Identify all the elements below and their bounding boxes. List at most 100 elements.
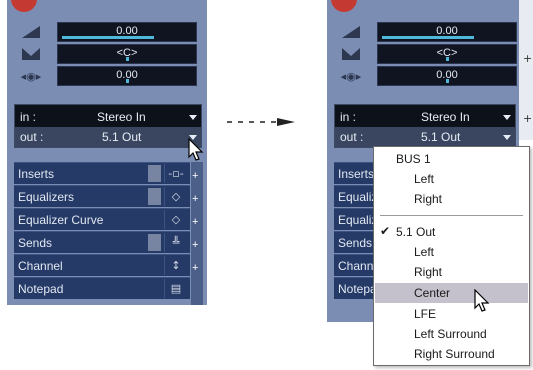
input-row[interactable]: in : Stereo In [335,107,515,127]
routing-box: in : Stereo In out : 5.1 Out [334,104,516,148]
menu-item-bus-left[interactable]: Left [375,169,528,189]
volume-meter [62,36,154,39]
menu-item-bus-right[interactable]: Right [375,189,528,209]
pan-indicator [446,57,449,61]
section-toggle[interactable] [148,234,161,251]
pan-field[interactable]: <C> [377,44,517,64]
menu-item-label: Left Surround [414,327,487,341]
input-label: in : [20,110,37,124]
sends-icon[interactable]: ╩ [164,233,187,252]
section-channel[interactable]: Channel ↕ [14,254,190,276]
menu-item-left-surround[interactable]: Left Surround [375,324,528,344]
volume-row: 0.00 [13,22,201,42]
notepad-icon[interactable]: ▤ [164,279,187,298]
menu-item-label: Center [414,286,451,300]
plus-icon[interactable]: + [192,239,198,251]
plus-icon[interactable]: + [523,52,532,65]
section-label: Sends [18,236,53,250]
plus-icon[interactable]: + [192,216,198,228]
output-dropdown-icon[interactable] [503,135,511,140]
delay-indicator [446,79,449,83]
delay-row: ◂◉▸ 0.00 [333,66,519,86]
delay-row: ◂◉▸ 0.00 [13,66,201,86]
output-label: out : [340,130,364,144]
input-value: Stereo In [97,110,146,124]
output-dropdown-menu: BUS 1 Left Right ✔ 5.1 Out Left Right Ce… [373,146,530,366]
section-sends[interactable]: Sends ╩ [14,231,190,253]
menu-item-label: BUS 1 [396,152,431,166]
plus-icon[interactable]: + [523,112,532,125]
volume-meter [382,36,474,39]
plus-icon[interactable]: + [192,170,198,182]
menu-item-label: Left [414,245,435,259]
record-button[interactable] [331,0,357,12]
pan-row: <C> [333,44,519,64]
volume-icon [333,22,369,42]
input-dropdown-icon[interactable] [189,115,197,120]
delay-icon: ◂◉▸ [20,69,42,83]
pan-field[interactable]: <C> [57,44,197,64]
menu-group-title-bus[interactable]: BUS 1 [375,149,528,169]
section-equalizers[interactable]: Equalizers ◇ [14,185,190,207]
menu-item-right-surround[interactable]: Right Surround [375,344,528,364]
checkmark-icon: ✔ [380,224,391,238]
inserts-icon[interactable]: -▫- [164,164,187,183]
menu-item-label: Right [414,192,443,206]
transition-arrow-icon [227,118,295,126]
mouse-cursor-icon [188,138,204,161]
section-toggle[interactable] [148,165,161,182]
pan-icon [13,44,49,64]
output-row[interactable]: out : 5.1 Out [15,127,201,147]
pan-row: <C> [13,44,201,64]
menu-item-label: Right [414,265,443,279]
left-channel-panel: 0.00 <C> ◂◉▸ 0.00 in : Stereo In out : 5… [7,0,207,305]
plus-icon[interactable]: + [192,193,198,205]
output-value: 5.1 Out [102,130,142,144]
expand-column: + + + + + [191,162,203,305]
routing-box: in : Stereo In out : 5.1 Out [14,104,202,148]
pan-indicator [126,57,129,61]
output-row[interactable]: out : 5.1 Out [335,127,515,147]
delay-indicator [126,79,129,83]
equalizer-curve-icon[interactable]: ◇ [164,210,187,229]
section-label: Notepad [18,282,64,296]
record-button[interactable] [11,0,37,12]
pan-icon [333,44,369,64]
section-label: Equaliz [338,213,378,227]
volume-row: 0.00 [333,22,519,42]
section-label: Equaliz [338,190,378,204]
delay-icon: ◂◉▸ [340,69,362,83]
menu-group-title-51-out[interactable]: ✔ 5.1 Out [375,222,528,242]
mouse-cursor-icon [474,289,490,312]
section-label: Sends [338,236,373,250]
volume-icon [13,22,49,42]
section-equalizer-curve[interactable]: Equalizer Curve ◇ [14,208,190,230]
menu-item-left[interactable]: Left [375,242,528,262]
input-label: in : [340,110,357,124]
delay-field[interactable]: 0.00 [57,66,197,86]
section-notepad[interactable]: Notepad ▤ [14,277,190,299]
section-label: Equalizers [18,190,75,204]
section-toggle[interactable] [148,188,161,205]
menu-item-center[interactable]: Center [375,283,528,303]
menu-item-right[interactable]: Right [375,262,528,282]
section-label: Equalizer Curve [18,213,104,227]
output-value: 5.1 Out [421,130,461,144]
menu-item-lfe[interactable]: LFE [375,304,528,324]
equalizer-icon[interactable]: ◇ [164,187,187,206]
output-label: out : [20,130,44,144]
section-inserts[interactable]: Inserts -▫- [14,162,190,184]
delay-field[interactable]: 0.00 [377,66,517,86]
section-label: Notepa [338,282,377,296]
input-dropdown-icon[interactable] [503,115,511,120]
menu-item-label: 5.1 Out [396,225,436,239]
channel-icon[interactable]: ↕ [164,256,187,275]
input-row[interactable]: in : Stereo In [15,107,201,127]
input-value: Stereo In [421,110,470,124]
volume-field[interactable]: 0.00 [377,22,517,42]
volume-field[interactable]: 0.00 [57,22,197,42]
menu-item-label: Left [414,172,435,186]
plus-icon[interactable]: + [192,262,198,274]
menu-item-label: LFE [414,307,437,321]
menu-separator [380,215,523,216]
